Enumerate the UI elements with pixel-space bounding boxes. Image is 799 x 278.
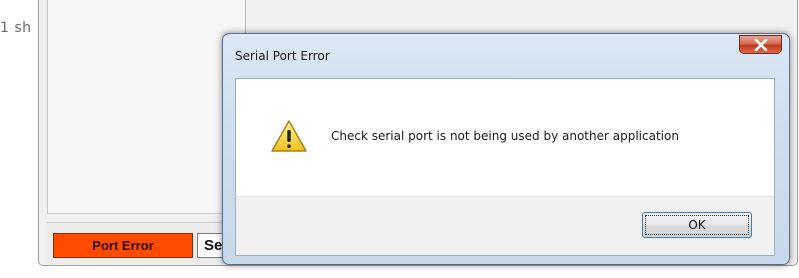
ok-button-label: OK xyxy=(645,215,749,235)
close-icon xyxy=(754,38,767,51)
close-button[interactable] xyxy=(739,35,782,54)
background-partial-text: 1 sh xyxy=(0,20,32,36)
port-error-badge: Port Error xyxy=(53,233,193,258)
dialog-content: Check serial port is not being used by a… xyxy=(235,78,775,196)
dialog-title: Serial Port Error xyxy=(235,49,330,63)
dialog-footer: OK xyxy=(235,196,775,256)
background-panel xyxy=(47,0,246,214)
ok-button[interactable]: OK xyxy=(642,212,752,238)
error-message: Check serial port is not being used by a… xyxy=(331,129,679,143)
warning-icon xyxy=(271,120,307,152)
serial-port-error-dialog: Serial Port Error Check serial port is n… xyxy=(222,33,790,265)
